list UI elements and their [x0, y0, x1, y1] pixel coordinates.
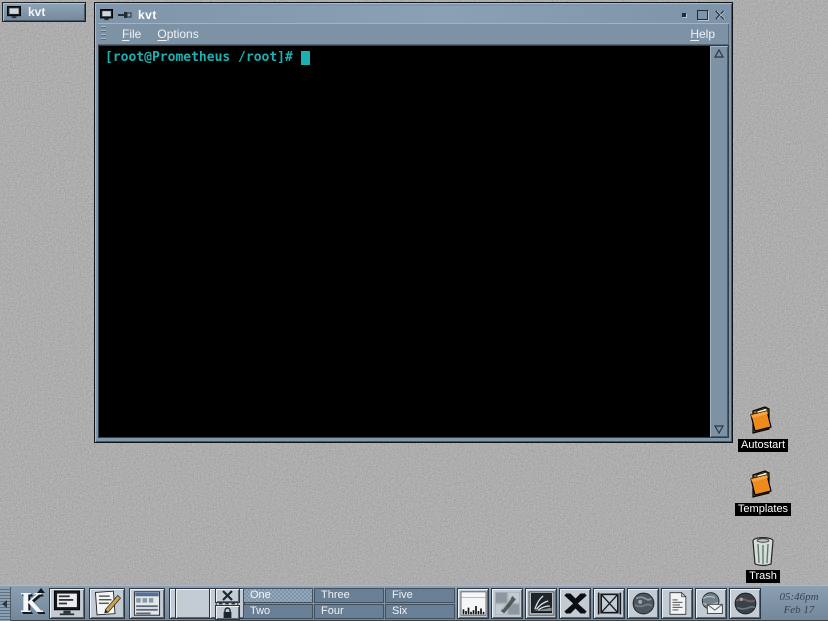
terminal-icon: [52, 590, 82, 617]
panel-hide-button[interactable]: [0, 587, 11, 621]
launcher-world[interactable]: [729, 588, 761, 619]
clock-time: 05:46pm: [779, 591, 818, 604]
lock-screen-button[interactable]: [215, 605, 240, 620]
scroll-down-icon[interactable]: [713, 423, 725, 435]
menu-options[interactable]: Options: [149, 27, 206, 41]
window-menu-button[interactable]: [98, 7, 116, 22]
pushpin-icon: [118, 10, 132, 20]
launcher-frame-app[interactable]: [593, 588, 625, 619]
dark-globe-icon: [630, 591, 657, 616]
document-icon: [664, 591, 691, 616]
pager-desktop-one[interactable]: One: [243, 588, 313, 603]
menubar-drag-handle[interactable]: [101, 26, 106, 42]
pager-desktop-three[interactable]: Three: [314, 588, 384, 603]
desktop-icon-trash[interactable]: Trash: [730, 534, 796, 583]
launcher-dark-globe[interactable]: [627, 588, 659, 619]
launcher-mail-globe[interactable]: [695, 588, 727, 619]
taskbar-window-button[interactable]: kvt: [2, 2, 86, 22]
mail-globe-icon: [698, 591, 725, 616]
desktop-icon-label: Templates: [735, 503, 791, 516]
desktop-icon-autostart[interactable]: Autostart: [730, 403, 796, 452]
menu-help[interactable]: Help: [682, 27, 723, 41]
x11-icon: [562, 591, 589, 616]
window-title: kvt: [138, 8, 157, 22]
desktop-pager: One Two Three Four Five Six: [243, 588, 456, 620]
logout-x-icon: [222, 590, 233, 601]
launcher-text-editor[interactable]: [89, 588, 125, 619]
launcher-tiles-app[interactable]: [491, 588, 523, 619]
load-graph-icon: [460, 591, 487, 616]
scroll-up-icon[interactable]: [713, 48, 725, 60]
pager-desktop-six[interactable]: Six: [385, 604, 455, 619]
pager-desktop-two[interactable]: Two: [243, 604, 313, 619]
titlebar[interactable]: kvt: [98, 6, 729, 23]
kde-panel: K: [0, 585, 828, 621]
menu-up-arrow-icon: [37, 588, 45, 593]
launcher-load-graph[interactable]: [457, 588, 489, 619]
desktop: kvt kvt: [0, 0, 828, 621]
desktop-icon-label: Autostart: [738, 439, 788, 452]
logout-button[interactable]: [215, 588, 240, 603]
frame-icon: [596, 591, 623, 616]
pager-desktop-five[interactable]: Five: [385, 588, 455, 603]
world-icon: [732, 591, 759, 616]
terminal-screen[interactable]: [root@Prometheus /root]#: [99, 46, 710, 437]
panel-clock[interactable]: 05:46pm Feb 17: [772, 588, 826, 620]
launcher-file-manager[interactable]: [129, 588, 165, 619]
close-icon: [715, 10, 725, 20]
panel-small-buttons: [215, 588, 240, 620]
desktop-icon-label: Trash: [746, 570, 780, 583]
lock-icon: [222, 607, 233, 619]
image-viewer-icon: [528, 591, 555, 616]
terminal-prompt: [root@Prometheus /root]#: [105, 50, 293, 65]
hide-arrow-icon: [2, 600, 8, 608]
maximize-button[interactable]: [693, 7, 711, 22]
pager-desktop-four[interactable]: Four: [314, 604, 384, 619]
menubar: File Options Help: [98, 23, 729, 45]
launcher-image-viewer[interactable]: [525, 588, 557, 619]
close-button[interactable]: [711, 7, 729, 22]
terminal-window: kvt File Options Help [root@Prometheus /…: [94, 2, 733, 443]
text-editor-icon: [92, 590, 122, 617]
trash-icon: [748, 534, 778, 568]
terminal-area: [root@Prometheus /root]#: [98, 45, 729, 438]
file-manager-icon: [132, 590, 162, 617]
k-logo-icon: K: [20, 589, 43, 619]
terminal-scrollbar[interactable]: [710, 46, 728, 437]
launcher-document[interactable]: [661, 588, 693, 619]
maximize-icon: [697, 10, 708, 20]
menu-file[interactable]: File: [114, 27, 149, 41]
folder-icon: [745, 467, 781, 501]
terminal-icon: [100, 9, 114, 21]
minimize-button[interactable]: [675, 7, 693, 22]
k-menu-button[interactable]: K: [15, 588, 47, 620]
desktop-icon-templates[interactable]: Templates: [730, 467, 796, 516]
launcher-terminal[interactable]: [49, 588, 85, 619]
tiles-icon: [494, 591, 521, 616]
terminal-icon: [7, 6, 22, 19]
terminal-cursor: [301, 51, 310, 65]
launcher-x11[interactable]: [559, 588, 591, 619]
folder-icon: [745, 403, 781, 437]
clock-date: Feb 17: [784, 604, 815, 617]
taskbar-button-label: kvt: [28, 5, 45, 19]
sticky-pin-button[interactable]: [116, 7, 134, 22]
minimize-icon: [682, 13, 686, 17]
